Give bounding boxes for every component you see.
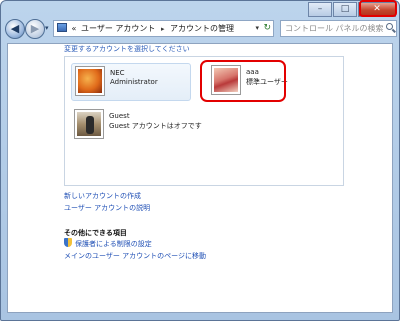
address-prefix[interactable]: « <box>72 24 77 33</box>
address-bar[interactable]: « ユーザー アカウント ▸ アカウントの管理 ▾ ↻ <box>53 20 274 37</box>
aaa-highlight-annotation <box>200 60 286 102</box>
create-account-link[interactable]: 新しいアカウントの作成 <box>64 191 141 201</box>
breadcrumb-manage-accounts: アカウントの管理 <box>170 24 234 33</box>
breadcrumb-user-accounts[interactable]: ユーザー アカウント <box>81 24 155 33</box>
account-name: Guest <box>109 112 130 120</box>
account-name: NEC <box>110 69 125 77</box>
account-type: Administrator <box>110 78 158 86</box>
user-account-help-link[interactable]: ユーザー アカウントの説明 <box>64 203 150 213</box>
close-highlight-annotation <box>359 0 397 17</box>
shield-icon <box>64 238 72 247</box>
control-panel-window: – □ ✕ ◀ ▶ ▾ « ユーザー アカウント ▸ アカウントの管理 ▾ ↻ … <box>0 0 400 321</box>
refresh-icon[interactable]: ↻ <box>263 21 271 36</box>
search-icon[interactable] <box>386 23 393 30</box>
parental-controls-link[interactable]: 保護者による制限の設定 <box>75 239 152 249</box>
address-row: ◀ ▶ ▾ « ユーザー アカウント ▸ アカウントの管理 ▾ ↻ コントロール… <box>5 18 397 42</box>
main-user-account-page-link[interactable]: メインのユーザー アカウントのページに移動 <box>64 251 206 261</box>
account-tile-nec[interactable]: NEC Administrator <box>71 63 191 101</box>
forward-button[interactable]: ▶ <box>25 19 45 39</box>
flower-icon <box>78 69 102 93</box>
search-input[interactable]: コントロール パネルの検索 <box>280 20 397 37</box>
section-title: その他にできる項目 <box>64 229 127 237</box>
control-panel-icon <box>57 23 67 32</box>
recent-pages-dropdown-icon[interactable]: ▾ <box>45 24 49 32</box>
account-type: Guest アカウントはオフです <box>109 122 202 130</box>
avatar <box>75 66 105 96</box>
maximize-button[interactable]: □ <box>333 2 357 17</box>
page-heading: 変更するアカウントを選択してください <box>64 45 190 53</box>
avatar <box>74 109 104 139</box>
minimize-button[interactable]: – <box>308 2 332 17</box>
account-tile-guest[interactable]: Guest Guest アカウントはオフです <box>71 107 202 145</box>
search-placeholder: コントロール パネルの検索 <box>285 24 384 33</box>
breadcrumb-separator-icon[interactable]: ▸ <box>161 25 165 33</box>
address-dropdown-icon[interactable]: ▾ <box>255 21 259 36</box>
briefcase-icon <box>77 112 101 136</box>
back-button[interactable]: ◀ <box>5 19 25 39</box>
